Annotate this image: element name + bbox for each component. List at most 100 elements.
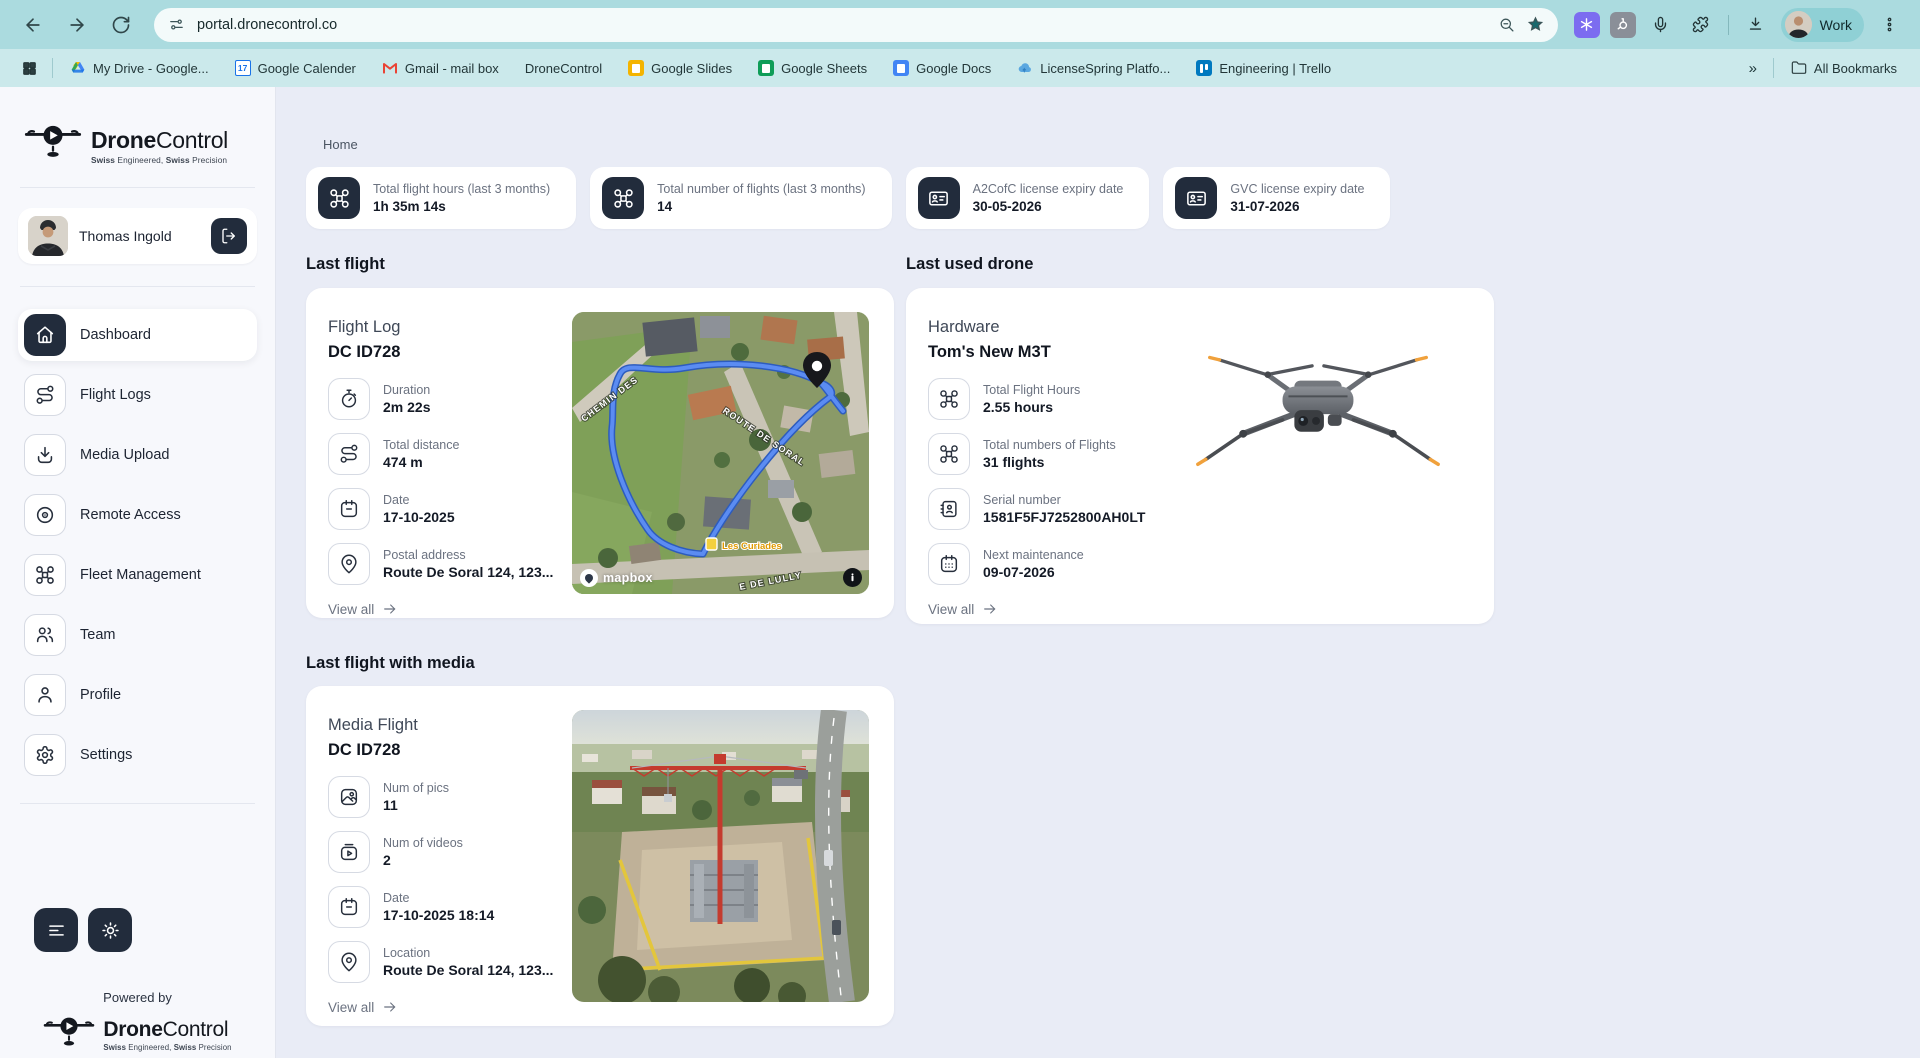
- gmail-icon: [382, 60, 398, 76]
- downloads-icon[interactable]: [1741, 10, 1771, 40]
- download-tray-icon: [34, 444, 56, 466]
- stopwatch-icon: [338, 388, 360, 410]
- theme-toggle-button[interactable]: [88, 908, 132, 952]
- zoom-icon[interactable]: [1498, 16, 1515, 33]
- reload-button[interactable]: [104, 8, 138, 42]
- disc-icon: [34, 504, 56, 526]
- site-settings-icon[interactable]: [168, 16, 185, 33]
- bookmark-licensespring[interactable]: LicenseSpring Platfo...: [1008, 56, 1179, 80]
- sidebar-item-profile[interactable]: Profile: [18, 669, 257, 721]
- extensions-puzzle-icon[interactable]: [1686, 10, 1716, 40]
- arrow-right-icon: [67, 15, 87, 35]
- forward-button[interactable]: [60, 8, 94, 42]
- list-icon: [46, 920, 67, 941]
- browser-profile-chip[interactable]: Work: [1781, 8, 1864, 42]
- user-avatar: [28, 216, 68, 256]
- url-text[interactable]: portal.dronecontrol.co: [197, 17, 1486, 33]
- hardware-title: Hardware: [928, 318, 1494, 337]
- breadcrumb: Home: [323, 137, 1920, 152]
- bookmarks-overflow-chevron[interactable]: »: [1741, 60, 1765, 77]
- stat-total-flights: Total number of flights (last 3 months) …: [590, 167, 891, 229]
- extension-snowflake-icon[interactable]: [1574, 12, 1600, 38]
- folder-icon: [1791, 60, 1807, 76]
- brand-logo-footer: DroneControl Swiss Engineered, Swiss Pre…: [0, 1005, 275, 1058]
- stat-total-flight-hours: Total flight hours (last 3 months) 1h 35…: [306, 167, 576, 229]
- sidebar-item-team[interactable]: Team: [18, 609, 257, 661]
- arrow-right-icon: [982, 601, 998, 617]
- calendar-icon: [338, 498, 360, 520]
- drone-icon: [938, 388, 960, 410]
- location-pin-icon: [338, 553, 360, 575]
- brand-logo: DroneControl Swiss Engineered, Swiss Pre…: [0, 87, 275, 165]
- section-last-flight: Last flight: [306, 255, 906, 274]
- bookmark-google-sheets[interactable]: Google Sheets: [749, 56, 876, 80]
- bookmarks-divider-right: [1773, 58, 1774, 78]
- bookmark-dronecontrol[interactable]: DroneControl: [516, 57, 611, 80]
- apps-grid-icon[interactable]: [14, 53, 44, 83]
- bookmark-google-calendar[interactable]: 17 Google Calender: [226, 56, 365, 80]
- team-icon: [34, 624, 56, 646]
- drone-product-image: [1190, 344, 1446, 494]
- bookmark-google-slides[interactable]: Google Slides: [619, 56, 741, 80]
- sidebar-item-flight-logs[interactable]: Flight Logs: [18, 369, 257, 421]
- microphone-icon[interactable]: [1646, 10, 1676, 40]
- sidebar-divider-top: [20, 187, 255, 188]
- back-button[interactable]: [16, 8, 50, 42]
- bookmark-my-drive[interactable]: My Drive - Google...: [61, 56, 218, 80]
- sidebar-item-media-upload[interactable]: Media Upload: [18, 429, 257, 481]
- hardware-card: Hardware Tom's New M3T Total Flight Hour…: [906, 288, 1494, 624]
- hardware-view-all[interactable]: View all: [928, 601, 1494, 617]
- sidebar-divider-user: [20, 286, 255, 287]
- sun-icon: [100, 920, 121, 941]
- flight-log-view-all[interactable]: View all: [328, 601, 894, 617]
- flight-map[interactable]: CHEMIN DES ROUTE DE SORAL E DE LULLY Les…: [572, 312, 869, 594]
- all-bookmarks-button[interactable]: All Bookmarks: [1782, 56, 1906, 80]
- section-last-used-drone: Last used drone: [906, 255, 1033, 274]
- media-flight-card: Media Flight DC ID728 Num of pics11 Num …: [306, 686, 894, 1026]
- bookmark-google-docs[interactable]: Google Docs: [884, 56, 1000, 80]
- licensespring-cloud-icon: [1017, 60, 1033, 76]
- person-icon: [34, 684, 56, 706]
- bookmark-gmail[interactable]: Gmail - mail box: [373, 56, 508, 80]
- profile-name: Work: [1820, 17, 1852, 33]
- dronecontrol-drone-icon: [24, 123, 82, 163]
- bookmark-star-icon[interactable]: [1527, 16, 1544, 33]
- profile-avatar: [1785, 11, 1812, 38]
- toolbar-divider: [1728, 15, 1729, 35]
- arrow-left-icon: [23, 15, 43, 35]
- mapbox-attribution[interactable]: mapbox: [580, 569, 653, 587]
- sidebar-item-fleet-management[interactable]: Fleet Management: [18, 549, 257, 601]
- media-thumbnail[interactable]: [572, 710, 869, 1002]
- drone-icon: [612, 187, 635, 210]
- contact-book-icon: [938, 498, 960, 520]
- sidebar-item-dashboard[interactable]: Dashboard: [18, 309, 257, 361]
- google-drive-icon: [70, 60, 86, 76]
- address-bar[interactable]: portal.dronecontrol.co: [154, 8, 1558, 42]
- bookmarks-divider: [52, 58, 53, 78]
- drone-icon: [328, 187, 351, 210]
- map-info-button[interactable]: [843, 568, 862, 587]
- svg-text:Les Curiades: Les Curiades: [722, 541, 782, 552]
- stats-row: Total flight hours (last 3 months) 1h 35…: [306, 167, 1920, 229]
- collapse-menu-button[interactable]: [34, 908, 78, 952]
- logout-button[interactable]: [211, 218, 247, 254]
- sidebar-nav: Dashboard Flight Logs Media Upload Remot…: [0, 309, 275, 781]
- location-pin-icon: [338, 951, 360, 973]
- drone-icon: [34, 564, 56, 586]
- extension-hubspot-icon[interactable]: [1610, 12, 1636, 38]
- calendar-icon: [938, 553, 960, 575]
- trello-icon: [1196, 60, 1212, 76]
- image-icon: [338, 786, 360, 808]
- bookmark-trello[interactable]: Engineering | Trello: [1187, 56, 1340, 80]
- hardware-maintenance-row: Next maintenance09-07-2026: [928, 543, 1494, 585]
- arrow-right-icon: [382, 601, 398, 617]
- browser-menu-kebab-icon[interactable]: [1874, 10, 1904, 40]
- browser-toolbar: portal.dronecontrol.co Work: [0, 0, 1920, 49]
- sidebar-item-remote-access[interactable]: Remote Access: [18, 489, 257, 541]
- hardware-serial-row: Serial number1581F5FJ7252800AH0LT: [928, 488, 1494, 530]
- sidebar-item-settings[interactable]: Settings: [18, 729, 257, 781]
- calendar-icon: [338, 896, 360, 918]
- arrow-right-icon: [382, 999, 398, 1015]
- info-icon: [847, 572, 858, 583]
- id-card-icon: [1185, 187, 1208, 210]
